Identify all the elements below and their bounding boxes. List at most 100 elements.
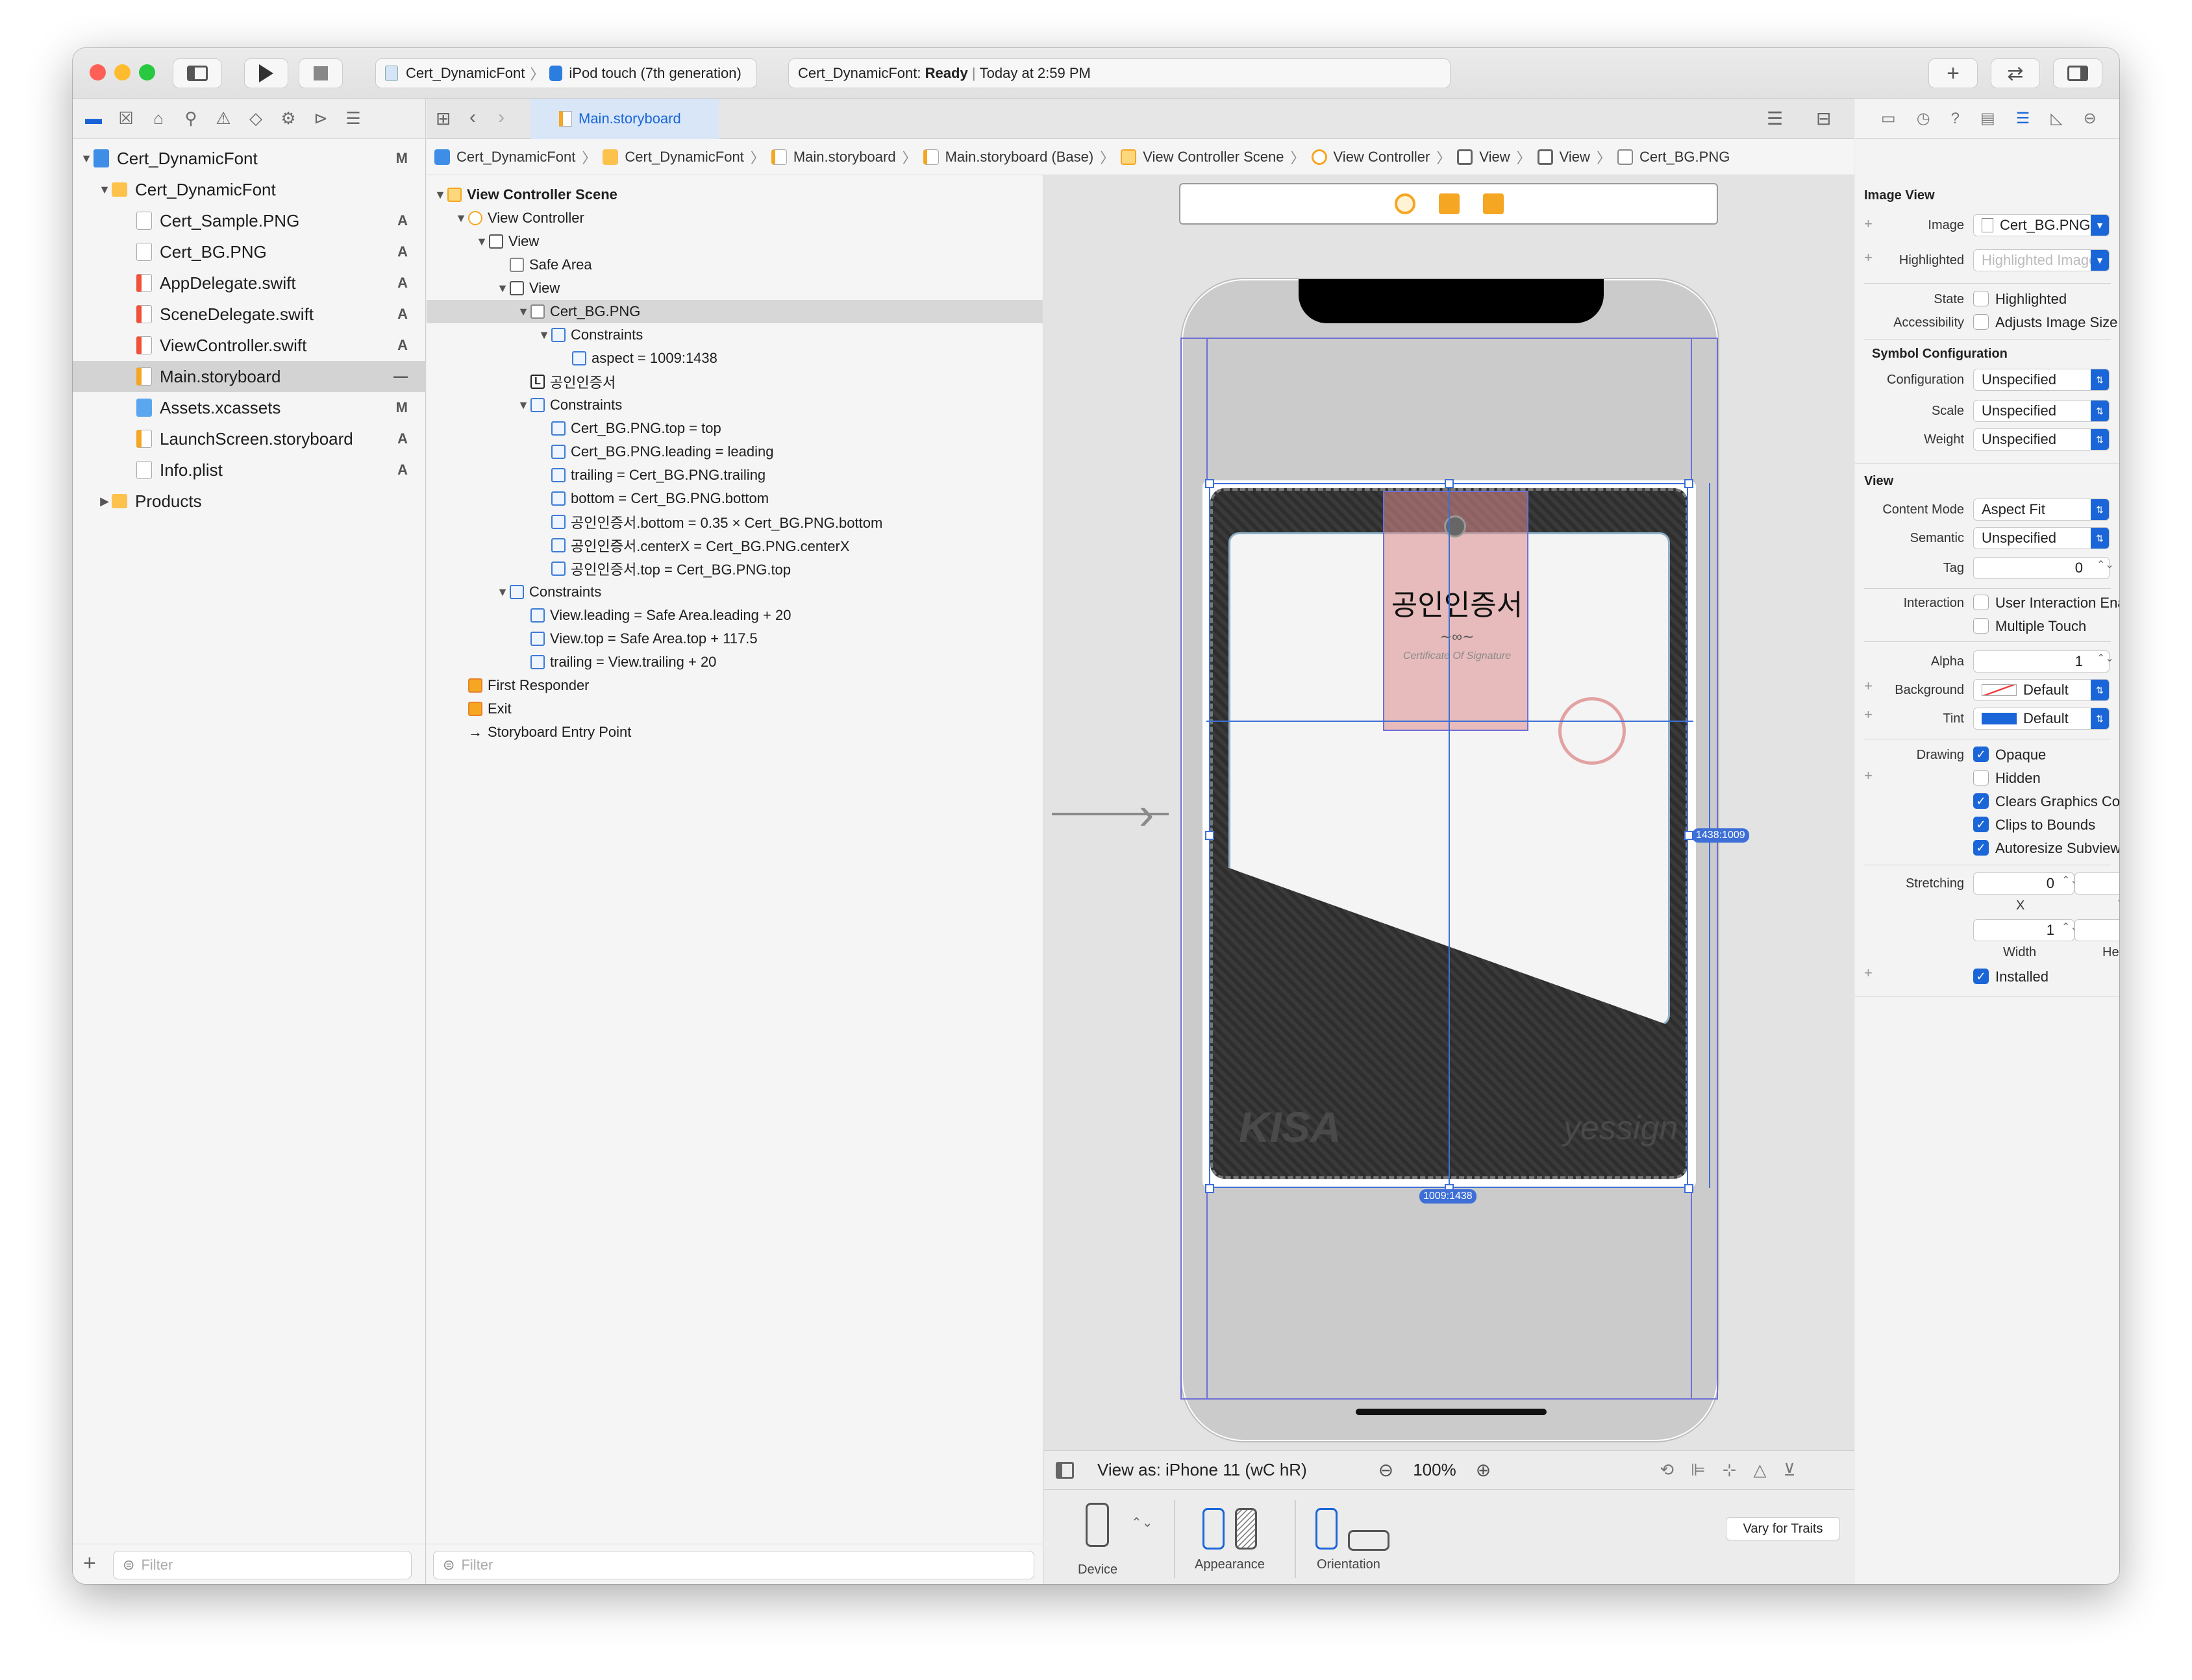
breadcrumb-item[interactable]: Cert_BG.PNG: [1639, 149, 1730, 166]
navigator-filter[interactable]: ⊜ Filter: [113, 1551, 412, 1579]
plus-icon[interactable]: +: [1864, 767, 1873, 784]
tree-row-file-selected[interactable]: Main.storyboard —: [73, 361, 426, 392]
stretch-y-field[interactable]: 0: [2074, 872, 2119, 895]
outline-constraint[interactable]: trailing = Cert_BG.PNG.trailing: [537, 463, 766, 487]
tree-row-file[interactable]: AppDelegate.swift A: [73, 267, 426, 299]
user-interaction-checkbox[interactable]: [1973, 595, 1989, 610]
outline-toggle-icon[interactable]: [1056, 1461, 1074, 1479]
aspect-badge[interactable]: 1438:1009: [1692, 828, 1749, 843]
chevron-updown-icon[interactable]: ⇅: [2091, 708, 2109, 729]
toggle-navigator-button[interactable]: [173, 58, 222, 88]
resize-handle[interactable]: [1684, 479, 1693, 488]
plus-icon[interactable]: +: [1864, 216, 1873, 232]
adjusts-image-size-checkbox[interactable]: [1973, 314, 1989, 330]
code-review-button[interactable]: ⇄: [1991, 58, 2040, 88]
zoom-in-icon[interactable]: ⊕: [1476, 1459, 1491, 1481]
chevron-updown-icon[interactable]: ⇅: [2091, 499, 2109, 520]
tree-row-file[interactable]: Info.plist A: [73, 454, 426, 486]
chevron-down-icon[interactable]: ▼: [2091, 215, 2109, 236]
outline-constraint[interactable]: aspect = 1009:1438: [558, 347, 717, 370]
outline-view-controller[interactable]: ▼ View Controller: [454, 206, 584, 230]
outline-constraint[interactable]: View.top = Safe Area.top + 117.5: [516, 627, 758, 650]
outline-constraint[interactable]: 공인인증서.bottom = 0.35 × Cert_BG.PNG.bottom: [537, 510, 882, 534]
disclosure-down-icon[interactable]: ▼: [537, 328, 551, 342]
stepper-icon[interactable]: ⌃⌄: [2097, 558, 2114, 571]
stop-button[interactable]: [299, 58, 343, 88]
weight-select[interactable]: Unspecified ⇅: [1973, 428, 2110, 451]
device-icon[interactable]: [1086, 1503, 1109, 1547]
grid-icon[interactable]: ⊞: [436, 108, 451, 129]
first-responder-icon[interactable]: [1439, 193, 1460, 214]
stretch-width-field[interactable]: 1: [1973, 919, 2074, 941]
background-select[interactable]: Default ⇅: [1973, 679, 2110, 701]
attributes-icon[interactable]: ☰: [2016, 109, 2030, 128]
chevron-updown-icon[interactable]: ⇅: [2091, 680, 2109, 700]
tree-row-file[interactable]: SceneDelegate.swift A: [73, 299, 426, 330]
tree-row-file[interactable]: ViewController.swift A: [73, 330, 426, 361]
landscape-icon[interactable]: [1348, 1530, 1389, 1551]
disclosure-down-icon[interactable]: ▼: [516, 305, 530, 319]
outline-safe-area[interactable]: Safe Area: [495, 253, 592, 277]
aspect-badge-bottom[interactable]: 1009:1438: [1419, 1189, 1476, 1204]
configuration-select[interactable]: Unspecified ⇅: [1973, 369, 2110, 391]
highlighted-image-field[interactable]: Highlighted Image ▼: [1973, 249, 2110, 271]
breadcrumb-item[interactable]: Cert_DynamicFont: [456, 149, 575, 166]
plus-icon[interactable]: +: [1864, 249, 1873, 266]
breadcrumb-item[interactable]: View Controller: [1334, 149, 1430, 166]
debug-icon[interactable]: ⚙: [279, 108, 297, 128]
outline-exit[interactable]: Exit: [454, 697, 512, 721]
history-icon[interactable]: ◷: [1917, 109, 1930, 128]
identity-icon[interactable]: ▤: [1980, 109, 1995, 128]
content-mode-select[interactable]: Aspect Fit ⇅: [1973, 499, 2110, 521]
tree-row-file[interactable]: Assets.xcassets M: [73, 392, 426, 423]
disclosure-down-icon[interactable]: ▼: [475, 235, 489, 249]
disclosure-down-icon[interactable]: ▼: [516, 399, 530, 412]
outline-view[interactable]: ▼ View: [495, 277, 560, 300]
test-icon[interactable]: ◇: [247, 108, 265, 128]
outline-filter[interactable]: ⊜ Filter: [433, 1551, 1034, 1579]
clears-context-checkbox[interactable]: ✓: [1973, 793, 1989, 809]
symbol-icon[interactable]: ⌂: [149, 108, 168, 128]
portrait-icon[interactable]: [1315, 1508, 1338, 1550]
tint-select[interactable]: Default ⇅: [1973, 708, 2110, 730]
outline-constraint[interactable]: Cert_BG.PNG.leading = leading: [537, 440, 773, 463]
outline-entry-point[interactable]: → Storyboard Entry Point: [454, 721, 631, 744]
file-inspector-icon[interactable]: ▭: [1881, 109, 1896, 128]
source-control-icon[interactable]: ☒: [117, 108, 135, 128]
tree-row-group[interactable]: ▶ Products: [73, 486, 426, 517]
installed-checkbox[interactable]: ✓: [1973, 969, 1989, 984]
chevron-updown-icon[interactable]: ⇅: [2091, 528, 2109, 549]
outline-constraints[interactable]: ▼ Constraints: [495, 580, 601, 604]
dark-appearance-icon[interactable]: [1235, 1508, 1257, 1550]
tree-row-project[interactable]: ▼ Cert_DynamicFont M: [73, 143, 426, 174]
align-icon[interactable]: ⊫: [1691, 1460, 1706, 1480]
zoom-window-button[interactable]: [139, 64, 155, 80]
disclosure-right-icon[interactable]: ▶: [97, 495, 112, 508]
outline-constraints[interactable]: ▼ Constraints: [516, 393, 622, 417]
chevron-updown-icon[interactable]: ⇅: [2091, 429, 2109, 450]
light-appearance-icon[interactable]: [1202, 1508, 1225, 1550]
view-as-label[interactable]: View as: iPhone 11 (wC hR): [1097, 1460, 1307, 1480]
search-icon[interactable]: ⚲: [182, 108, 200, 128]
outline-constraint[interactable]: View.leading = Safe Area.leading + 20: [516, 604, 791, 627]
outline-constraint[interactable]: trailing = View.trailing + 20: [516, 650, 716, 674]
chevron-updown-icon[interactable]: ⇅: [2091, 401, 2109, 421]
warning-icon[interactable]: ⚠: [214, 108, 232, 128]
add-icon[interactable]: +: [83, 1551, 96, 1576]
hidden-checkbox[interactable]: [1973, 770, 1989, 785]
run-button[interactable]: [244, 58, 288, 88]
outline-constraint[interactable]: 공인인증서.top = Cert_BG.PNG.top: [537, 557, 791, 580]
disclosure-down-icon[interactable]: ▼: [97, 183, 112, 197]
disclosure-down-icon[interactable]: ▼: [495, 282, 510, 295]
image-field[interactable]: Cert_BG.PNG ▼: [1973, 214, 2110, 236]
size-icon[interactable]: ◺: [2050, 109, 2062, 128]
view-controller-icon[interactable]: [1395, 193, 1415, 214]
outline-constraint[interactable]: 공인인증서.centerX = Cert_BG.PNG.centerX: [537, 534, 850, 557]
zoom-level[interactable]: 100%: [1413, 1460, 1456, 1480]
breadcrumb-item[interactable]: View Controller Scene: [1143, 149, 1284, 166]
breadcrumb-item[interactable]: View: [1560, 149, 1590, 166]
storyboard-canvas[interactable]: › 공인인증서 ∼∞∼ Certificate Of Signature KIS…: [1044, 175, 1854, 1475]
embed-in-icon[interactable]: ⊻: [1783, 1460, 1795, 1480]
clips-bounds-checkbox[interactable]: ✓: [1973, 817, 1989, 832]
opaque-checkbox[interactable]: ✓: [1973, 747, 1989, 762]
